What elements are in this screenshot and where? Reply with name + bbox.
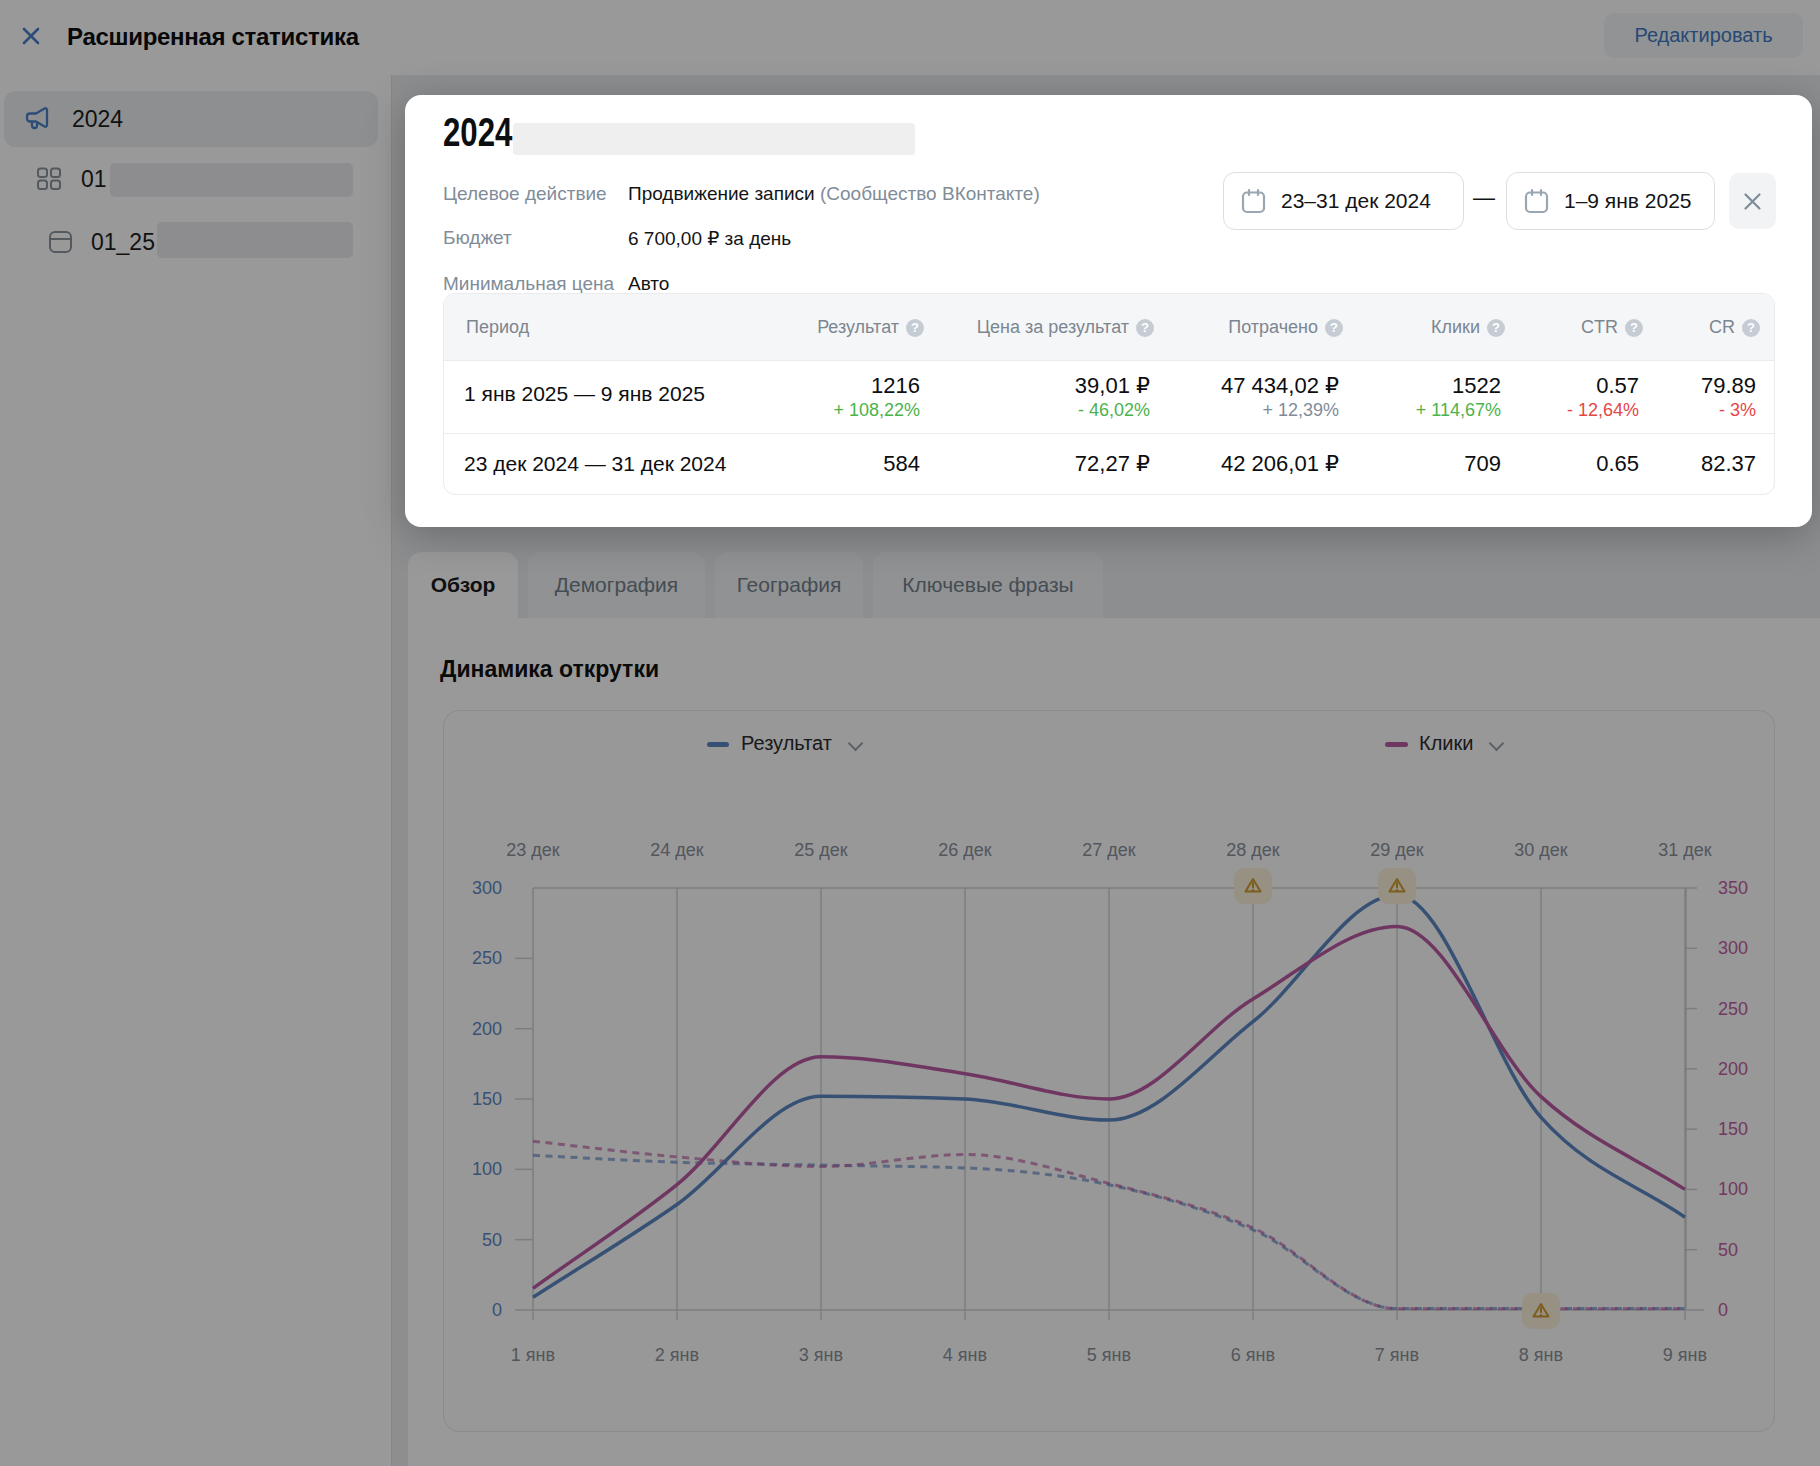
row1-result: 1216 + 108,22%	[833, 373, 920, 422]
date-range-clear-button[interactable]	[1729, 173, 1776, 229]
help-icon[interactable]: ?	[906, 319, 924, 337]
row2-spent: 42 206,01 ₽	[1221, 451, 1339, 477]
row2-result: 584	[883, 451, 920, 477]
field-value-budget: 6 700,00 ₽ за день	[628, 227, 791, 250]
stats-table: Период Результат? Цена за результат? Пот…	[443, 293, 1775, 495]
close-icon	[1743, 192, 1762, 211]
row1-period: 1 янв 2025 — 9 янв 2025	[464, 381, 705, 407]
field-label-action: Целевое действие	[443, 183, 607, 205]
col-cost: Цена за результат?	[977, 294, 1154, 361]
help-icon[interactable]: ?	[1136, 319, 1154, 337]
redacted-block	[513, 123, 915, 155]
col-ctr: CTR?	[1581, 294, 1643, 361]
row2-ctr: 0.65	[1596, 451, 1639, 477]
row1-clicks: 1522 + 114,67%	[1416, 373, 1501, 422]
date-range-separator: —	[1463, 185, 1505, 211]
help-icon[interactable]: ?	[1625, 319, 1643, 337]
stats-table-header: Период Результат? Цена за результат? Пот…	[444, 294, 1774, 361]
campaign-title: 2024	[443, 109, 512, 155]
calendar-icon	[1240, 188, 1267, 215]
help-icon[interactable]: ?	[1325, 319, 1343, 337]
row2-cr: 82.37	[1701, 451, 1756, 477]
col-result: Результат?	[817, 294, 924, 361]
row1-spent: 47 434,02 ₽ + 12,39%	[1221, 373, 1339, 422]
help-icon[interactable]: ?	[1742, 319, 1760, 337]
col-period: Период	[466, 294, 529, 361]
campaign-modal-card: 2024 Целевое действие Продвижение записи…	[405, 95, 1812, 527]
col-cr: CR?	[1709, 294, 1760, 361]
field-label-budget: Бюджет	[443, 227, 512, 249]
field-label-minprice: Минимальная цена	[443, 273, 614, 295]
date-range-to[interactable]: 1–9 янв 2025	[1506, 172, 1715, 230]
field-value-action: Продвижение записи (Сообщество ВКонтакте…	[628, 183, 1040, 205]
row-divider	[444, 433, 1774, 434]
help-icon[interactable]: ?	[1487, 319, 1505, 337]
calendar-icon	[1523, 188, 1550, 215]
field-value-minprice: Авто	[628, 273, 669, 295]
row2-period: 23 дек 2024 — 31 дек 2024	[464, 451, 726, 477]
row1-ctr: 0.57 - 12,64%	[1567, 373, 1639, 422]
row1-cr: 79.89 - 3%	[1701, 373, 1756, 422]
row2-clicks: 709	[1464, 451, 1501, 477]
row1-cost: 39,01 ₽ - 46,02%	[1075, 373, 1150, 422]
col-spent: Потрачено?	[1228, 294, 1343, 361]
col-clicks: Клики?	[1431, 294, 1505, 361]
field-value-secondary: (Сообщество ВКонтакте)	[820, 183, 1040, 204]
row2-cost: 72,27 ₽	[1075, 451, 1150, 477]
date-range-from[interactable]: 23–31 дек 2024	[1223, 172, 1464, 230]
